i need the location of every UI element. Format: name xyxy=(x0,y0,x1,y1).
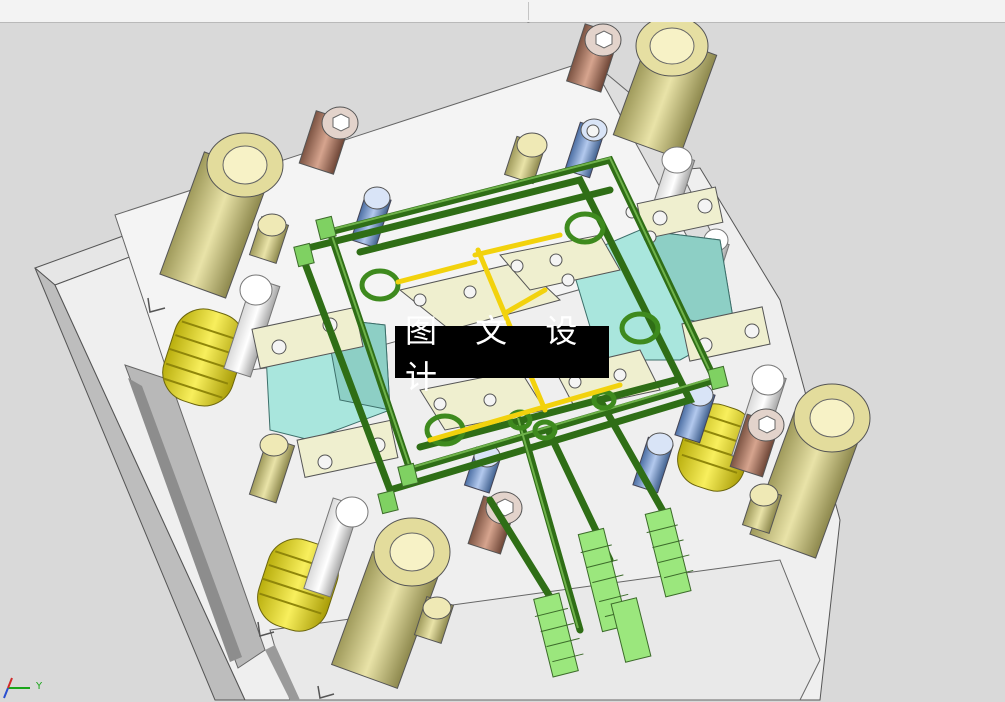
cad-application-window: 图 文 设 计 Y xyxy=(0,0,1005,702)
watermark-label: 图 文 设 计 xyxy=(395,312,609,396)
top-toolbar-strip xyxy=(0,0,1005,23)
triad-axes-icon xyxy=(3,677,30,699)
guide-bushing-top-right xyxy=(612,15,718,160)
toolbar-separator xyxy=(528,2,529,20)
view-triad: Y xyxy=(0,676,50,702)
triad-y-label: Y xyxy=(36,681,43,692)
